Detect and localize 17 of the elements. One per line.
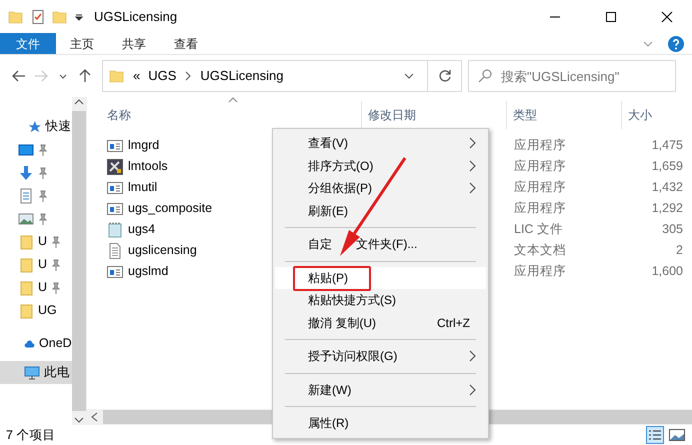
file-size: 2 [675, 242, 683, 260]
file-type: 应用程序 [513, 179, 567, 196]
file-size: 1,292 [650, 200, 683, 218]
file-type: 应用程序 [513, 158, 567, 176]
shortcut-text: Ctrl+Z [437, 314, 470, 332]
file-size: 1,600 [650, 263, 683, 280]
file-type: LIC 文件 [513, 221, 564, 238]
file-size: 1,475 [650, 137, 683, 154]
file-type: 应用程序 [513, 263, 567, 280]
file-size: 1,432 [650, 179, 683, 196]
status-text: 7 个项目 [6, 426, 56, 444]
file-type: 应用程序 [513, 200, 567, 218]
file-size: 1,659 [650, 158, 683, 176]
file-size: 305 [661, 221, 683, 238]
file-type: 应用程序 [513, 137, 567, 154]
window-title: UGSLicensing [94, 8, 178, 26]
file-type: 文本文档 [513, 242, 567, 260]
